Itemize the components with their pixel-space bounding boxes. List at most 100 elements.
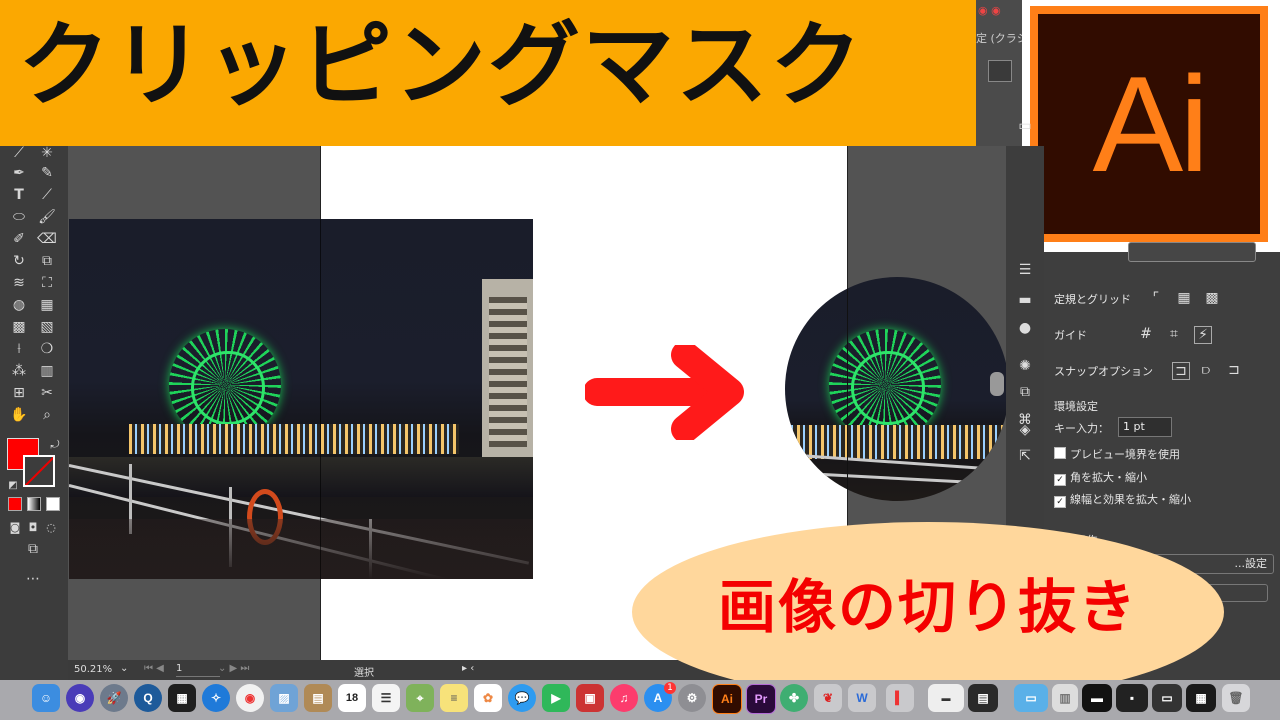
cherry-app-icon[interactable]: ❦ bbox=[814, 684, 842, 712]
gradient-icon[interactable]: ▧ bbox=[36, 316, 58, 338]
photos-icon[interactable]: ✿ bbox=[474, 684, 502, 712]
snap-to-grid-icon[interactable]: ⫐ bbox=[1198, 362, 1214, 378]
facetime-icon[interactable]: ▶ bbox=[542, 684, 570, 712]
pen-tool-icon[interactable]: ✒ bbox=[8, 162, 30, 184]
transparency-grid-icon[interactable]: ▩ bbox=[1204, 290, 1220, 306]
artboard-edit-button[interactable] bbox=[1128, 242, 1256, 262]
color-guide-icon[interactable]: ✺ bbox=[1017, 358, 1033, 374]
screen-mode-icon[interactable]: ⧉ bbox=[22, 538, 44, 560]
curvature-icon[interactable]: ✎ bbox=[36, 162, 58, 184]
window-thumb-5[interactable]: ▭ bbox=[1152, 684, 1182, 712]
rotate-icon[interactable]: ↻ bbox=[8, 250, 30, 272]
free-transform-icon[interactable]: ⛶ bbox=[36, 272, 58, 294]
shape-builder-icon[interactable]: ◍ bbox=[8, 294, 30, 316]
fill-color-mode[interactable] bbox=[8, 497, 22, 511]
export-icon[interactable]: ⧉ bbox=[1017, 384, 1033, 400]
word-app-icon[interactable]: W bbox=[848, 684, 876, 712]
preview-bounds-checkbox[interactable] bbox=[1054, 447, 1066, 459]
preview-icon[interactable]: ▨ bbox=[270, 684, 298, 712]
arrange-documents-icon[interactable] bbox=[988, 60, 1012, 82]
zoom-dropdown-icon[interactable]: ⌄ bbox=[120, 663, 128, 674]
show-guides-icon[interactable]: # bbox=[1138, 326, 1154, 342]
itunes-icon[interactable]: ♫ bbox=[610, 684, 638, 712]
gradient-panel-icon[interactable]: ▬ bbox=[1017, 292, 1033, 308]
folder-icon[interactable]: ▭ bbox=[1014, 684, 1048, 712]
window-thumb-2[interactable]: ▤ bbox=[968, 684, 998, 712]
snap-to-point-icon[interactable]: ⊐ bbox=[1172, 362, 1190, 380]
symbol-sprayer-icon[interactable]: ⁂ bbox=[8, 360, 30, 382]
notes-icon[interactable]: ≡ bbox=[440, 684, 468, 712]
contacts-icon[interactable]: ▤ bbox=[304, 684, 332, 712]
eraser-icon[interactable]: ⌫ bbox=[36, 228, 58, 250]
window-thumb-4[interactable]: ▪ bbox=[1116, 684, 1148, 712]
blend-icon[interactable]: ❍ bbox=[36, 338, 58, 360]
finder-icon[interactable]: ☺ bbox=[32, 684, 60, 712]
warp-icon[interactable]: ≋ bbox=[8, 272, 30, 294]
quicktime-icon[interactable]: Q bbox=[134, 684, 162, 712]
scale-strokes-option[interactable]: ✓ 線幅と効果を拡大・縮小 bbox=[1054, 491, 1191, 508]
scale-icon[interactable]: ⧉ bbox=[36, 250, 58, 272]
swap-colors-icon[interactable]: ⤾ bbox=[44, 434, 66, 456]
appearance-icon[interactable]: ● bbox=[1017, 320, 1033, 336]
asset-export-icon[interactable]: ⇱ bbox=[1017, 448, 1033, 464]
mesh-icon[interactable]: ▩ bbox=[8, 316, 30, 338]
premiere-dock-icon[interactable]: Pr bbox=[746, 684, 776, 714]
source-photo[interactable] bbox=[69, 219, 533, 579]
siri-icon[interactable]: ◉ bbox=[66, 684, 94, 712]
launchpad-icon[interactable]: 🚀 bbox=[100, 684, 128, 712]
line-tool-icon[interactable]: ⟋ bbox=[36, 184, 58, 206]
window-thumb-3[interactable]: ▬ bbox=[1082, 684, 1112, 712]
paintbrush-icon[interactable]: 🖌 bbox=[36, 206, 58, 228]
window-thumb-6[interactable]: ▦ bbox=[1186, 684, 1216, 712]
chrome-icon[interactable]: ◉ bbox=[236, 684, 264, 712]
photo-booth-icon[interactable]: ▣ bbox=[576, 684, 604, 712]
type-tool-icon[interactable]: T bbox=[8, 184, 30, 206]
layers-menu-icon[interactable]: ☰ bbox=[1017, 262, 1033, 278]
calendar-icon[interactable]: 18 bbox=[338, 684, 366, 712]
illustrator-dock-icon[interactable]: Ai bbox=[712, 684, 742, 714]
system-preferences-icon[interactable]: ⚙ bbox=[678, 684, 706, 712]
lock-guides-icon[interactable]: ⌗ bbox=[1166, 326, 1182, 342]
window-thumb-1[interactable]: ▬ bbox=[928, 684, 964, 712]
scale-strokes-checkbox[interactable]: ✓ bbox=[1054, 496, 1066, 508]
hand-tool-icon[interactable]: ✋ bbox=[8, 404, 30, 426]
snap-to-pixel-icon[interactable]: ⊐ bbox=[1226, 362, 1242, 378]
scale-corners-checkbox[interactable]: ✓ bbox=[1054, 474, 1066, 486]
next-artboard-icon[interactable]: ⌄ ▶ ⏭ bbox=[218, 663, 249, 674]
ellipse-tool-icon[interactable]: ⬭ bbox=[8, 206, 30, 228]
smart-guides-icon[interactable]: ⚡ bbox=[1194, 326, 1212, 344]
slice-icon[interactable]: ✂ bbox=[36, 382, 58, 404]
layers-icon[interactable]: ◈ bbox=[1017, 422, 1033, 438]
safari-icon[interactable]: ✧ bbox=[202, 684, 230, 712]
clover-app-icon[interactable]: ✤ bbox=[780, 684, 808, 712]
more-tools-icon[interactable]: ⋯ bbox=[22, 568, 44, 590]
maps-icon[interactable]: ⌖ bbox=[406, 684, 434, 712]
draw-inside-icon[interactable]: ◌ bbox=[40, 516, 62, 538]
trash-icon[interactable]: 🗑 bbox=[1222, 684, 1250, 712]
default-colors-icon[interactable]: ◩ bbox=[2, 474, 24, 496]
gradient-mode[interactable] bbox=[27, 497, 41, 511]
properties-icon[interactable]: ▭ bbox=[1017, 118, 1033, 134]
zoom-tool-icon[interactable]: ⌕ bbox=[36, 404, 58, 426]
first-artboard-icon[interactable]: ⏮ ◀ bbox=[144, 663, 164, 674]
grid-icon[interactable]: ▦ bbox=[1176, 290, 1192, 306]
screen-recorder-icon[interactable]: ▦ bbox=[168, 684, 196, 712]
artboard-number[interactable]: 1 bbox=[176, 663, 220, 677]
artboard-tool-icon[interactable]: ⊞ bbox=[8, 382, 30, 404]
reminders-icon[interactable]: ☰ bbox=[372, 684, 400, 712]
status-menu-icon[interactable]: ▸ ‹ bbox=[462, 663, 474, 674]
key-input-field[interactable]: 1 pt bbox=[1118, 417, 1172, 437]
pin-app-icon[interactable]: ▍ bbox=[886, 684, 914, 712]
shaper-icon[interactable]: ✐ bbox=[8, 228, 30, 250]
perspective-icon[interactable]: ▦ bbox=[36, 294, 58, 316]
scale-corners-option[interactable]: ✓ 角を拡大・縮小 bbox=[1054, 469, 1147, 486]
stroke-swatch[interactable] bbox=[23, 455, 55, 487]
rulers-icon[interactable]: ⌜ bbox=[1148, 290, 1164, 306]
scrollbar-thumb[interactable] bbox=[990, 372, 1004, 396]
zoom-level[interactable]: 50.21% bbox=[74, 664, 112, 675]
messages-icon[interactable]: 💬 bbox=[508, 684, 536, 712]
none-mode[interactable] bbox=[46, 497, 60, 511]
clipped-photo[interactable] bbox=[785, 277, 1009, 501]
eyedropper-icon[interactable]: ⟊ bbox=[8, 338, 30, 360]
downloads-icon[interactable]: ▥ bbox=[1052, 684, 1078, 712]
